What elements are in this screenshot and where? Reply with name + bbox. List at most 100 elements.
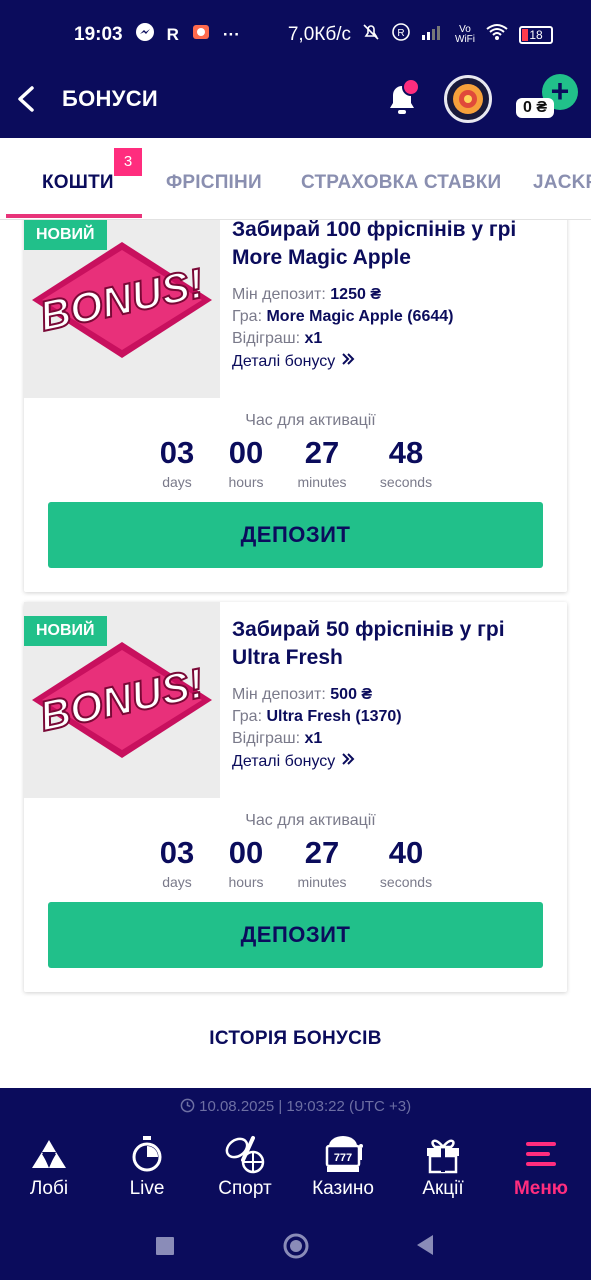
tab-bet-insurance[interactable]: СТРАХОВКА СТАВКИ [301, 172, 501, 194]
status-bar-right: 7,0Кб/с R Vo WiFi 18 [288, 22, 553, 48]
game-value: Ultra Fresh (1370) [266, 708, 402, 725]
bonus-details-link[interactable]: Деталі бонусу [232, 352, 356, 371]
server-datetime: 10.08.2025 | 19:03:22 (UTC +3) [199, 1098, 412, 1115]
menu-icon [492, 1134, 590, 1174]
page-title: БОНУСИ [62, 86, 158, 111]
timer-minutes: 27 minutes [277, 435, 367, 491]
min-deposit-value: 1250 ₴ [330, 286, 381, 303]
back-icon[interactable] [415, 1234, 435, 1261]
nav-menu[interactable]: Меню [492, 1134, 590, 1200]
nav-sport-label: Спорт [218, 1178, 272, 1199]
bonus-title: Забирай 50 фріспінів у грі Ultra Fresh [232, 618, 505, 669]
game-value: More Magic Apple (6644) [266, 308, 454, 325]
bonus-title: Забирай 100 фріспінів у грі More Magic A… [232, 220, 517, 269]
nav-live[interactable]: Live [98, 1134, 196, 1200]
bottom-navigation: 10.08.2025 | 19:03:22 (UTC +3) Лобі Live… [0, 1088, 591, 1208]
nav-promotions-label: Акції [422, 1178, 464, 1199]
bonus-details-label: Деталі бонусу [232, 353, 336, 370]
nav-live-label: Live [129, 1178, 165, 1199]
timer-minutes-value: 27 [304, 435, 340, 470]
svg-text:R: R [397, 28, 404, 39]
tab-funds[interactable]: КОШТИ [42, 172, 114, 194]
lobby-icon [0, 1134, 98, 1174]
nav-lobby[interactable]: Лобі [0, 1134, 98, 1200]
network-speed: 7,0Кб/с [287, 24, 351, 45]
wager-row: Відіграш: x1 [232, 728, 322, 750]
min-deposit-row: Мін депозит: 1250 ₴ [232, 284, 381, 306]
bonus-tabs: КОШТИ 3 ФРІСПІНИ СТРАХОВКА СТАВКИ JACKPO… [0, 138, 591, 220]
back-arrow-icon[interactable] [14, 82, 38, 120]
server-time: 10.08.2025 | 19:03:22 (UTC +3) [0, 1098, 591, 1115]
timer-seconds: 48 seconds [361, 435, 451, 491]
notification-dot [402, 78, 420, 96]
battery-icon: 18 [519, 26, 553, 44]
wager-row: Відіграш: x1 [232, 328, 322, 350]
game-row: Гра: Ultra Fresh (1370) [232, 706, 402, 728]
mute-icon [361, 22, 381, 48]
wifi-icon [485, 23, 509, 47]
timer-minutes-unit: minutes [297, 874, 347, 890]
nav-sport[interactable]: Спорт [196, 1134, 294, 1200]
battery-level: 18 [529, 28, 543, 42]
status-bar: 19:03 R ··· 7,0Кб/с R Vo WiFi 18 [0, 0, 591, 68]
new-badge: НОВИЙ [24, 616, 107, 646]
nav-casino-label: Казино [312, 1178, 374, 1199]
activation-time-label: Час для активації [245, 812, 376, 829]
more-dots-icon: ··· [222, 24, 240, 44]
timer-minutes-value: 27 [304, 835, 340, 870]
game-row: Гра: More Magic Apple (6644) [232, 306, 453, 328]
avatar[interactable] [444, 75, 492, 123]
min-deposit-value: 500 ₴ [330, 686, 373, 703]
timer-seconds-unit: seconds [379, 874, 433, 890]
r-letter-icon: R [166, 24, 179, 44]
bonus-list[interactable]: BONUS! НОВИЙ Забирай 100 фріспінів у грі… [0, 220, 591, 1088]
nav-promotions[interactable]: Акції [394, 1134, 492, 1200]
bonus-details-label: Деталі бонусу [232, 753, 336, 770]
bonus-card: BONUS! НОВИЙ Забирай 50 фріспінів у грі … [24, 602, 567, 992]
timer-seconds-value: 48 [388, 435, 424, 470]
nav-casino[interactable]: 777 Казино [294, 1134, 392, 1200]
signal-icon [421, 23, 445, 47]
app-notification-icon [191, 22, 211, 47]
timer-seconds-unit: seconds [379, 474, 433, 490]
balance-badge[interactable]: 0 ₴ [516, 98, 555, 118]
sport-icon [196, 1134, 294, 1174]
bonus-details-link[interactable]: Деталі бонусу [232, 752, 356, 771]
wager-value: x1 [304, 730, 323, 747]
deposit-button[interactable]: ДЕПОЗИТ [48, 502, 543, 568]
slot-machine-icon: 777 [294, 1134, 392, 1174]
stopwatch-icon [98, 1134, 196, 1174]
timer-minutes: 27 minutes [277, 835, 367, 891]
status-bar-left: 19:03 R ··· [74, 22, 240, 47]
timer-minutes-unit: minutes [297, 474, 347, 490]
bonus-card: BONUS! НОВИЙ Забирай 100 фріспінів у грі… [24, 220, 567, 592]
nav-menu-label: Меню [513, 1178, 569, 1199]
activation-time-label: Час для активації [245, 412, 376, 429]
min-deposit-label: Мін депозит: [232, 286, 326, 303]
tab-jackpot[interactable]: JACKPOT [533, 172, 591, 194]
gift-icon [394, 1134, 492, 1174]
home-icon[interactable] [282, 1232, 310, 1265]
app-header: БОНУСИ + 0 ₴ [0, 68, 591, 138]
recent-apps-icon[interactable] [155, 1236, 175, 1261]
tab-badge-count: 3 [114, 148, 142, 176]
nav-lobby-label: Лобі [29, 1178, 69, 1199]
vowifi-bottom: WiFi [455, 34, 475, 45]
messenger-icon [135, 22, 155, 47]
chevron-double-right-icon [340, 753, 356, 770]
new-badge: НОВИЙ [24, 220, 107, 250]
clock-icon [180, 1098, 199, 1115]
chevron-double-right-icon [340, 353, 356, 370]
tab-freespins[interactable]: ФРІСПІНИ [166, 172, 262, 194]
active-tab-indicator [6, 214, 142, 218]
timer-seconds: 40 seconds [361, 836, 451, 891]
wager-label: Відіграш: [232, 730, 301, 747]
registered-icon: R [391, 22, 411, 48]
game-label: Гра: [232, 308, 263, 325]
system-navigation-bar [0, 1208, 591, 1280]
game-label: Гра: [232, 708, 263, 725]
bonus-history-link[interactable]: ІСТОРІЯ БОНУСІВ [0, 1028, 591, 1050]
wager-value: x1 [304, 330, 323, 347]
min-deposit-label: Мін депозит: [232, 686, 326, 703]
deposit-button[interactable]: ДЕПОЗИТ [48, 902, 543, 968]
